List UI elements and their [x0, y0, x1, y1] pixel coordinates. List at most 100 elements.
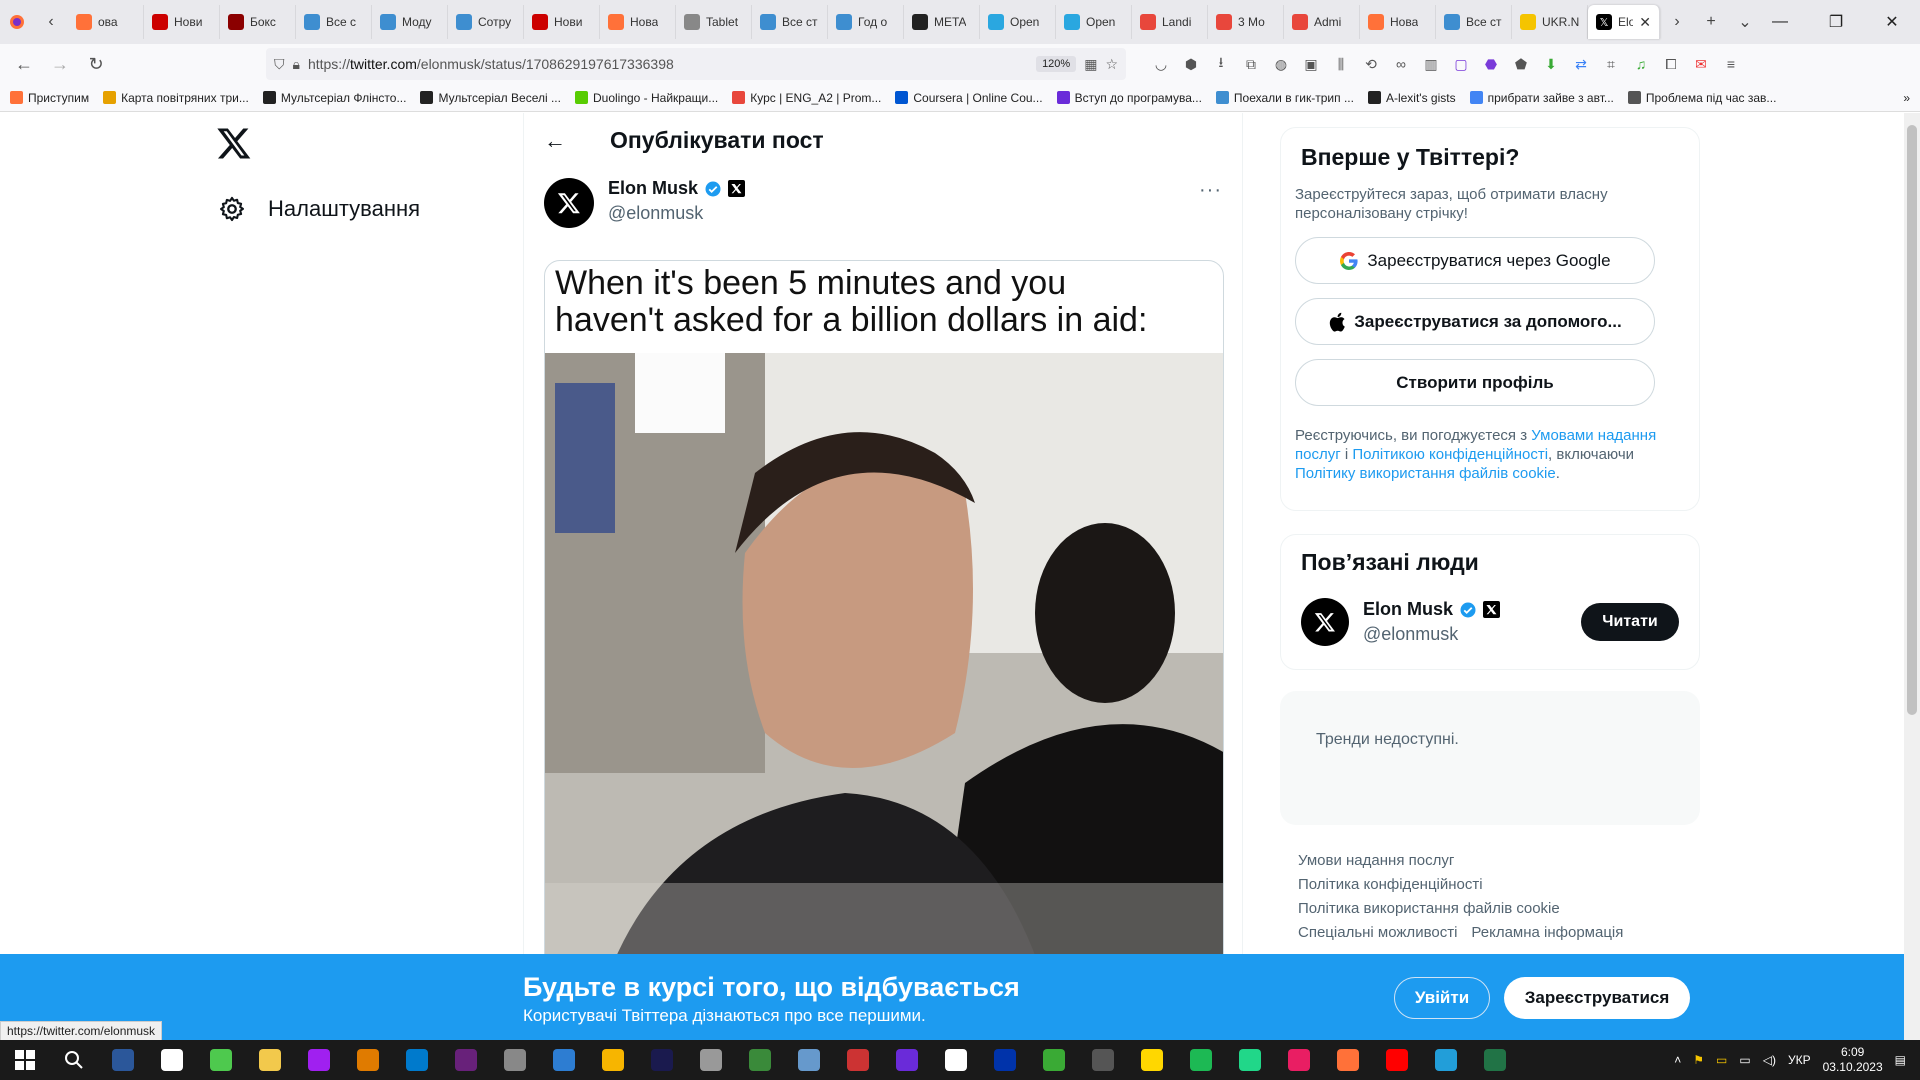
tray-chevron-icon[interactable]: ˄ [1674, 1053, 1681, 1067]
taskbar-app-icon[interactable] [400, 1045, 434, 1075]
crop-icon[interactable]: ⌗ [1600, 53, 1622, 75]
taskbar-app-icon[interactable] [890, 1045, 924, 1075]
maximize-icon[interactable]: ❐ [1808, 0, 1864, 44]
taskbar-app-icon[interactable] [1233, 1045, 1267, 1075]
browser-tab[interactable]: Моду [372, 5, 448, 39]
forward-icon[interactable]: → [44, 48, 76, 80]
browser-tab[interactable]: Все с [296, 5, 372, 39]
browser-tab[interactable]: Нова [600, 5, 676, 39]
language-indicator[interactable]: УКР [1788, 1053, 1811, 1067]
bookmark-item[interactable]: Coursera | Online Cou... [895, 91, 1043, 105]
qr-code-icon[interactable]: ▦ [1084, 56, 1097, 73]
follow-button[interactable]: Читати [1581, 603, 1679, 641]
browser-tab[interactable]: UKR.N [1512, 5, 1588, 39]
taskbar-app-icon[interactable] [1429, 1045, 1463, 1075]
taskbar-app-icon[interactable] [106, 1045, 140, 1075]
bookmark-item[interactable]: прибрати зайве з авт... [1469, 91, 1614, 105]
tab-active-twitter[interactable]: 𝕏 Elo ✕ [1588, 5, 1660, 39]
sidebar-icon[interactable]: ▥ [1420, 53, 1442, 75]
browser-tab[interactable]: Все ст [1436, 5, 1512, 39]
browser-tab[interactable]: Нова [1360, 5, 1436, 39]
windows-start-icon[interactable] [8, 1045, 42, 1075]
puzzle-dark-icon[interactable]: ⬟ [1510, 53, 1532, 75]
minimize-icon[interactable]: — [1752, 0, 1808, 44]
browser-tab[interactable]: Admi [1284, 5, 1360, 39]
tab-close-icon[interactable]: ✕ [1639, 14, 1651, 31]
footer-link[interactable]: Умови надання послуг [1298, 849, 1454, 873]
scrollbar-thumb[interactable] [1907, 125, 1917, 715]
browser-tab[interactable]: Сотру [448, 5, 524, 39]
page-scrollbar[interactable] [1904, 113, 1920, 1040]
taskbar-app-icon[interactable] [645, 1045, 679, 1075]
author-handle[interactable]: @elonmusk [608, 203, 745, 224]
taskbar-app-icon[interactable] [1184, 1045, 1218, 1075]
bookmark-item[interactable]: Проблема під час зав... [1627, 91, 1776, 105]
download-icon[interactable]: ⭳ [1210, 53, 1232, 75]
bookmark-item[interactable]: Мультсеріал Флінсто... [262, 91, 406, 105]
more-options-icon[interactable]: ··· [1199, 179, 1222, 202]
footer-link[interactable]: Рекламна інформація [1471, 921, 1623, 945]
taskbar-app-icon[interactable] [1282, 1045, 1316, 1075]
pocket-icon[interactable]: ◡ [1150, 53, 1172, 75]
browser-tab[interactable]: Open [980, 5, 1056, 39]
tab-scroll-right-icon[interactable]: › [1660, 5, 1694, 39]
taskbar-app-icon[interactable] [302, 1045, 336, 1075]
create-profile-button[interactable]: Створити профіль [1295, 359, 1655, 406]
taskbar-app-icon[interactable] [1037, 1045, 1071, 1075]
browser-tab[interactable]: 3 Мо [1208, 5, 1284, 39]
avatar[interactable] [1301, 598, 1349, 646]
translate-icon[interactable]: ⇄ [1570, 53, 1592, 75]
browser-tab[interactable]: Бокс [220, 5, 296, 39]
taskbar-app-icon[interactable] [988, 1045, 1022, 1075]
new-tab-icon[interactable]: + [1694, 5, 1728, 39]
bookmark-item[interactable]: Карта повітряних три... [103, 91, 249, 105]
related-user-row[interactable]: Elon Musk @elonmusk Читати [1301, 598, 1679, 646]
post-media-image[interactable]: When it's been 5 minutes and you haven't… [544, 260, 1224, 1040]
login-button[interactable]: Увійти [1394, 977, 1490, 1019]
browser-tab[interactable]: Нови [144, 5, 220, 39]
cookie-policy-link[interactable]: Політику використання файлів cookie [1295, 465, 1556, 482]
avatar[interactable] [544, 178, 594, 228]
taskbar-app-icon[interactable] [743, 1045, 777, 1075]
taskbar-app-icon[interactable] [498, 1045, 532, 1075]
folder-icon[interactable]: ▭ [1716, 1053, 1727, 1067]
flag-icon[interactable]: ⚑ [1693, 1053, 1704, 1067]
taskbar-app-icon[interactable] [841, 1045, 875, 1075]
footer-link[interactable]: Політика конфіденційності [1298, 873, 1483, 897]
bookmark-item[interactable]: A-lexit's gists [1367, 91, 1456, 105]
mask-icon[interactable]: ∞ [1390, 53, 1412, 75]
browser-tab[interactable]: ова [68, 5, 144, 39]
taskbar-app-icon[interactable] [1331, 1045, 1365, 1075]
library-icon[interactable]: ⫼ [1330, 53, 1352, 75]
bookmark-item[interactable]: Поехали в гик-трип ... [1215, 91, 1354, 105]
taskbar-app-icon[interactable] [792, 1045, 826, 1075]
browser-tab[interactable]: META [904, 5, 980, 39]
bookmark-item[interactable]: Вступ до програмува... [1056, 91, 1202, 105]
author-name[interactable]: Elon Musk [608, 178, 698, 199]
back-arrow-icon[interactable]: ← [544, 128, 566, 154]
close-window-icon[interactable]: ✕ [1864, 0, 1920, 44]
notifications-icon[interactable]: ▤ [1895, 1053, 1906, 1067]
privacy-link[interactable]: Політикою конфіденційності [1352, 446, 1548, 463]
browser-tab[interactable]: Tablet [676, 5, 752, 39]
screenshot-icon[interactable]: ⧉ [1240, 53, 1262, 75]
browser-tab[interactable]: Все ст [752, 5, 828, 39]
reader-icon[interactable]: ▣ [1300, 53, 1322, 75]
sidebar-item-settings[interactable]: Налаштування [218, 195, 420, 223]
firefox-menu-icon[interactable] [0, 5, 34, 39]
back-icon[interactable]: ← [8, 48, 40, 80]
hamburger-menu-icon[interactable]: ≡ [1720, 53, 1742, 75]
taskbar-app-icon[interactable] [1135, 1045, 1169, 1075]
bookmark-item[interactable]: Приступим [10, 91, 89, 105]
taskbar-app-icon[interactable] [596, 1045, 630, 1075]
volume-icon[interactable]: ◁) [1763, 1053, 1776, 1067]
mail-badge-icon[interactable]: ✉ [1690, 53, 1712, 75]
music-icon[interactable]: ♫ [1630, 53, 1652, 75]
browser-tab[interactable]: Год о [828, 5, 904, 39]
x-logo-icon[interactable] [216, 125, 252, 161]
taskbar-app-icon[interactable] [204, 1045, 238, 1075]
reload-icon[interactable]: ↻ [80, 48, 112, 80]
browser-tab[interactable]: Нови [524, 5, 600, 39]
clock[interactable]: 6:09 03.10.2023 [1823, 1045, 1883, 1075]
google-signup-button[interactable]: Зареєструватися через Google [1295, 237, 1655, 284]
